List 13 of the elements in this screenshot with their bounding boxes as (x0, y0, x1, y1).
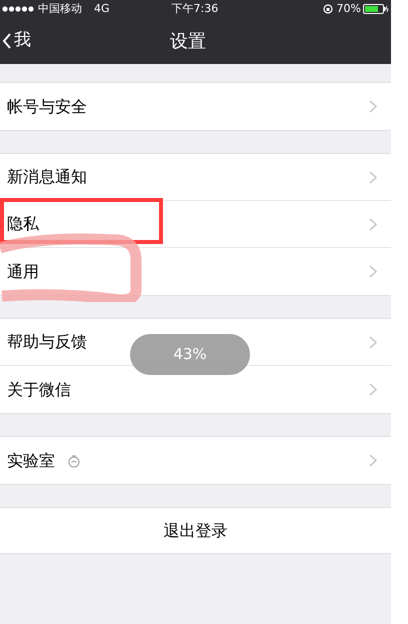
network-text: 4G (94, 0, 110, 17)
battery-text: 70% (336, 0, 361, 17)
page-title: 设置 (170, 30, 206, 54)
carrier-text: 中国移动 (38, 0, 82, 17)
row-label: 隐私 (7, 213, 39, 235)
row-label: 关于微信 (7, 378, 71, 400)
time-text: 下午7:36 (172, 0, 218, 17)
row-label: 新消息通知 (7, 166, 87, 188)
row-label: 帮助与反馈 (7, 331, 87, 353)
progress-toast: 43% (130, 334, 250, 375)
row-label: 帐号与安全 (7, 96, 87, 118)
row-label: 通用 (7, 260, 39, 282)
row-label: 实验室 (7, 450, 55, 472)
